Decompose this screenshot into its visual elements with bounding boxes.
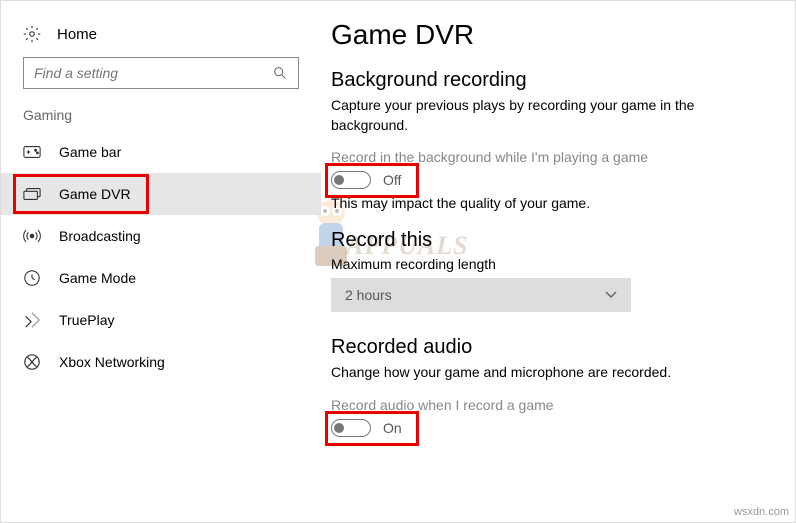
sidebar-item-label: TruePlay <box>59 312 115 328</box>
recorded-audio-toggle-text: On <box>383 420 402 436</box>
sidebar: Home Gaming Game bar Ga <box>1 1 321 522</box>
record-this-label: Maximum recording length <box>331 256 765 272</box>
bg-recording-toggle-text: Off <box>383 172 401 188</box>
broadcast-icon <box>23 227 41 245</box>
sidebar-item-broadcasting[interactable]: Broadcasting <box>1 215 321 257</box>
sidebar-item-game-dvr[interactable]: Game DVR <box>1 173 321 215</box>
page-title: Game DVR <box>331 19 765 51</box>
dropdown-value: 2 hours <box>345 287 392 303</box>
sidebar-item-game-mode[interactable]: Game Mode <box>1 257 321 299</box>
attribution: wsxdn.com <box>734 506 789 518</box>
trueplay-icon <box>23 311 41 329</box>
gamemode-icon <box>23 269 41 287</box>
sidebar-item-label: Broadcasting <box>59 228 141 244</box>
main-panel: APPUALS Game DVR Background recording Ca… <box>321 1 795 522</box>
sidebar-item-label: Xbox Networking <box>59 354 165 370</box>
search-input[interactable] <box>23 57 299 89</box>
record-this-heading: Record this <box>331 229 765 252</box>
sidebar-item-trueplay[interactable]: TruePlay <box>1 299 321 341</box>
bg-recording-label: Record in the background while I'm playi… <box>331 149 765 165</box>
bg-recording-toggle[interactable] <box>331 171 371 189</box>
dvr-icon <box>23 185 41 203</box>
gamebar-icon <box>23 143 41 161</box>
home-button[interactable]: Home <box>1 19 321 57</box>
gear-icon <box>23 25 41 43</box>
sidebar-section-title: Gaming <box>1 107 321 131</box>
sidebar-item-label: Game bar <box>59 144 121 160</box>
toggle-knob <box>334 423 344 433</box>
bg-recording-heading: Background recording <box>331 69 765 92</box>
sidebar-item-game-bar[interactable]: Game bar <box>1 131 321 173</box>
recorded-audio-heading: Recorded audio <box>331 336 765 359</box>
toggle-knob <box>334 175 344 185</box>
recorded-audio-desc: Change how your game and microphone are … <box>331 363 765 383</box>
xbox-icon <box>23 353 41 371</box>
bg-recording-desc: Capture your previous plays by recording… <box>331 96 765 135</box>
recorded-audio-toggle[interactable] <box>331 419 371 437</box>
sidebar-item-xbox-networking[interactable]: Xbox Networking <box>1 341 321 383</box>
chevron-down-icon <box>605 291 617 299</box>
recorded-audio-label: Record audio when I record a game <box>331 397 765 413</box>
search-icon <box>272 65 288 81</box>
search-field[interactable] <box>34 65 272 81</box>
home-label: Home <box>57 26 97 43</box>
recording-length-dropdown[interactable]: 2 hours <box>331 278 631 312</box>
sidebar-item-label: Game Mode <box>59 270 136 286</box>
sidebar-item-label: Game DVR <box>59 186 131 202</box>
bg-recording-note: This may impact the quality of your game… <box>331 195 765 211</box>
